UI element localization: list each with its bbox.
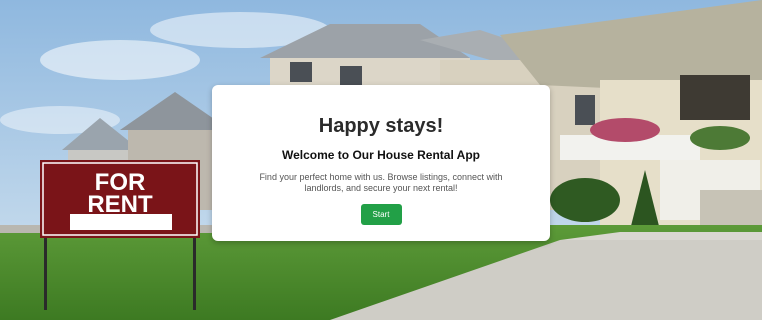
start-button[interactable]: Start xyxy=(360,204,402,225)
welcome-subtitle: Welcome to Our House Rental App xyxy=(281,148,481,162)
sign-rent-text: RENT xyxy=(87,191,153,218)
landing-page: FOR RENT Happy stays! Welcome to Our Hou… xyxy=(0,0,762,320)
welcome-card: Happy stays! Welcome to Our House Rental… xyxy=(212,85,550,241)
page-title: Happy stays! xyxy=(318,115,444,137)
welcome-description: Find your perfect home with us. Browse l… xyxy=(259,172,503,193)
